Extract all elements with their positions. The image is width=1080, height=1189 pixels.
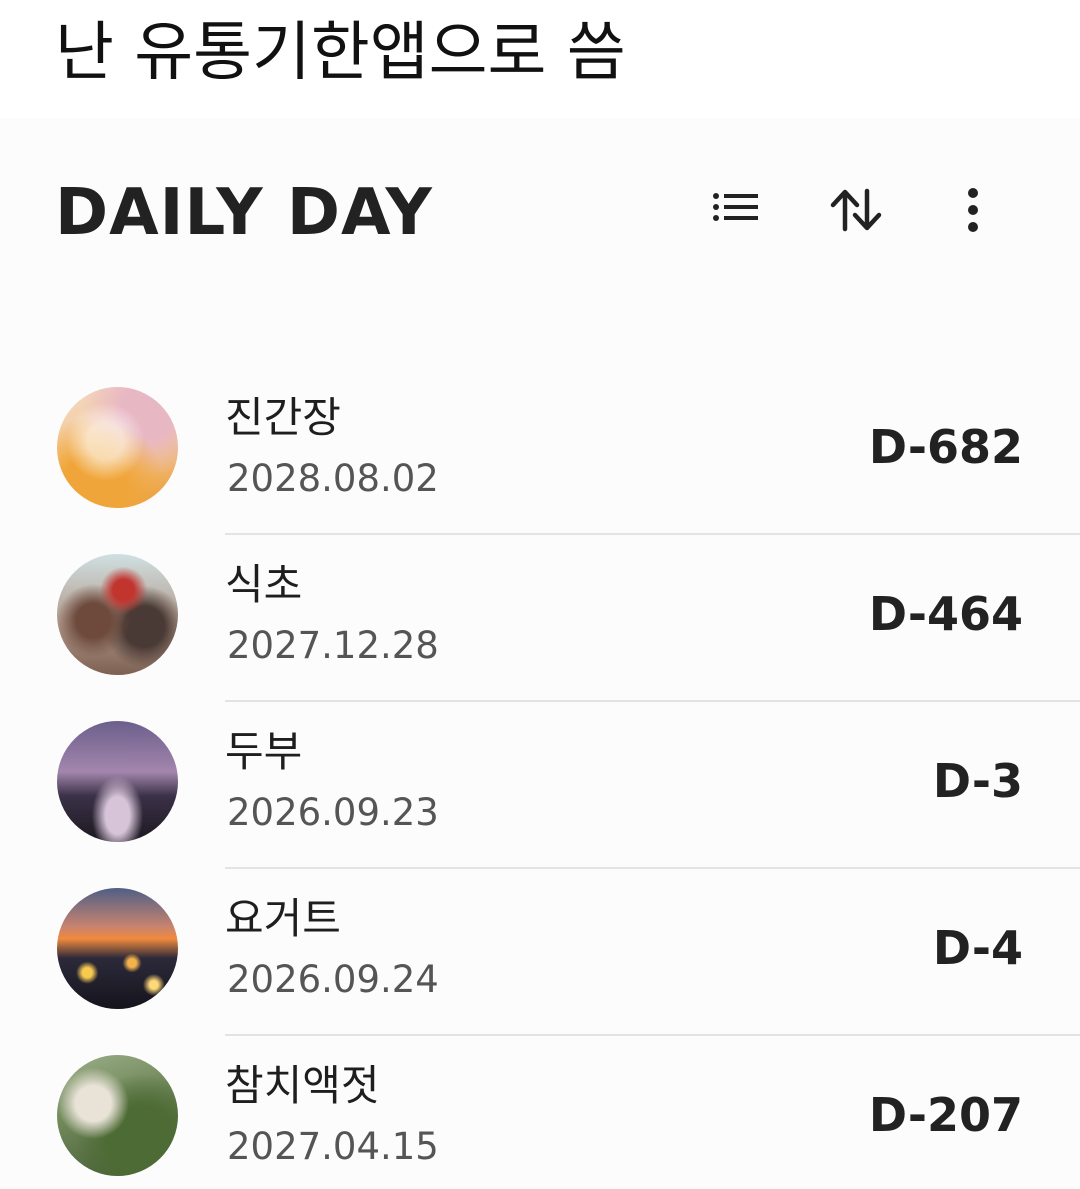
app-screen: DAILY DAY 진간장 2028.08.02 D-682 식초 2027.1… <box>0 118 1080 1189</box>
item-name: 진간장 <box>225 393 341 442</box>
item-name: 요거트 <box>225 894 341 943</box>
item-thumbnail <box>57 888 178 1009</box>
sort-button[interactable] <box>826 180 886 240</box>
item-date: 2026.09.23 <box>227 791 439 834</box>
item-dday: D-4 <box>932 921 1023 975</box>
list-item[interactable]: 요거트 2026.09.24 D-4 <box>0 869 1080 1036</box>
app-header: DAILY DAY <box>0 118 1080 318</box>
dday-list: 진간장 2028.08.02 D-682 식초 2027.12.28 D-464… <box>0 368 1080 1189</box>
list-item[interactable]: 두부 2026.09.23 D-3 <box>0 702 1080 869</box>
item-dday: D-464 <box>868 587 1023 641</box>
item-name: 참치액젓 <box>225 1061 380 1110</box>
sort-icon <box>830 188 882 232</box>
list-item[interactable]: 진간장 2028.08.02 D-682 <box>0 368 1080 535</box>
item-date: 2027.12.28 <box>227 624 439 667</box>
list-view-button[interactable] <box>706 180 766 240</box>
item-name: 식초 <box>225 560 303 609</box>
list-item[interactable]: 식초 2027.12.28 D-464 <box>0 535 1080 702</box>
item-dday: D-682 <box>868 420 1023 474</box>
item-thumbnail <box>57 554 178 675</box>
item-dday: D-207 <box>868 1088 1023 1142</box>
more-vertical-icon <box>968 188 978 232</box>
item-thumbnail <box>57 387 178 508</box>
item-thumbnail <box>57 721 178 842</box>
item-date: 2026.09.24 <box>227 958 439 1001</box>
list-item[interactable]: 참치액젓 2027.04.15 D-207 <box>0 1036 1080 1189</box>
item-name: 두부 <box>225 727 303 776</box>
app-title: DAILY DAY <box>55 176 433 250</box>
more-options-button[interactable] <box>943 180 1003 240</box>
item-date: 2028.08.02 <box>227 457 439 500</box>
list-icon <box>713 193 758 221</box>
item-thumbnail <box>57 1055 178 1176</box>
caption-text: 난 유통기한앱으로 씀 <box>55 16 626 90</box>
item-dday: D-3 <box>932 754 1023 808</box>
item-date: 2027.04.15 <box>227 1125 439 1168</box>
